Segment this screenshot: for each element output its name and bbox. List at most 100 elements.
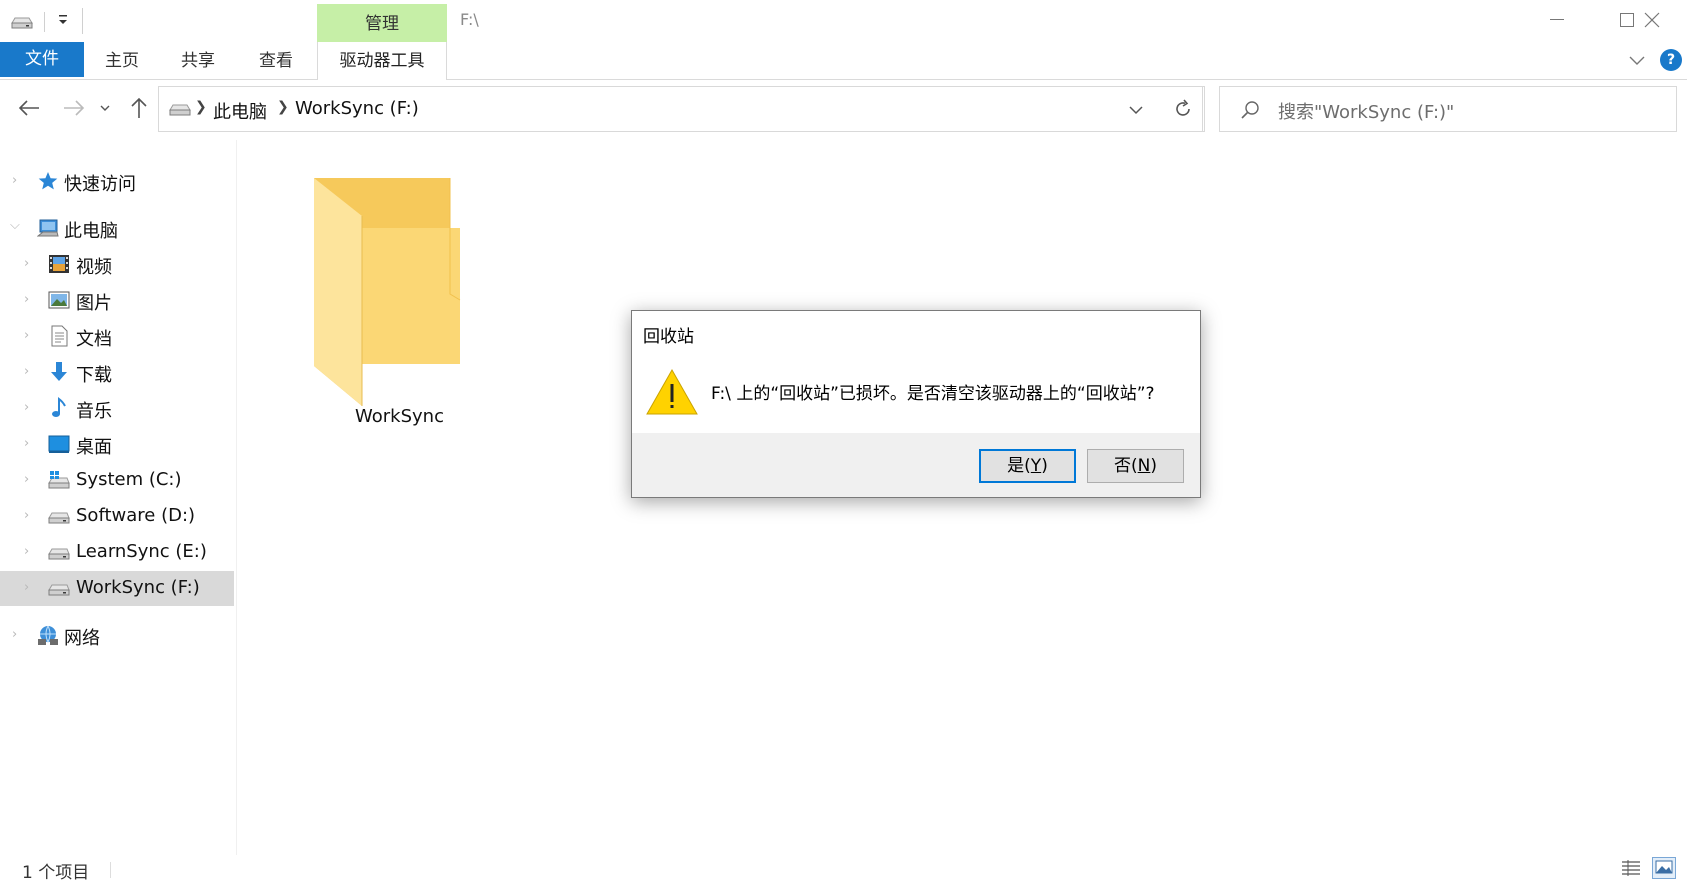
sidebar-item-software-d[interactable]: › Software (D:)	[0, 499, 234, 534]
sidebar-item-this-pc[interactable]: ⌵ 此电脑	[0, 211, 234, 246]
sidebar-item-music[interactable]: › 音乐	[0, 391, 234, 426]
chevron-right-icon[interactable]: ›	[24, 436, 38, 451]
arrow-left-icon	[18, 100, 39, 116]
music-icon	[52, 397, 66, 417]
sidebar-item-label: 文档	[76, 329, 112, 350]
folder-icon[interactable]	[312, 176, 472, 406]
status-bar: 1 个项目	[0, 855, 1687, 887]
item-count: 1 个项目	[22, 863, 90, 883]
chevron-right-icon[interactable]: ›	[24, 400, 38, 415]
dialog-body: 回收站 F:\ 上的“回收站”已损坏。是否清空该驱动器上的“回收站”?	[632, 311, 1200, 433]
sidebar-item-label: 此电脑	[64, 221, 118, 242]
folder-name[interactable]: WorkSync	[312, 406, 487, 427]
sidebar-item-desktop[interactable]: › 桌面	[0, 427, 234, 462]
help-icon[interactable]: ?	[1660, 49, 1682, 71]
chevron-right-icon[interactable]: ›	[24, 292, 38, 307]
pane-divider[interactable]	[236, 140, 237, 855]
sidebar-item-label: Software (D:)	[76, 505, 196, 526]
system-drive-icon	[48, 471, 70, 489]
sidebar-item-documents[interactable]: › 文档	[0, 319, 234, 354]
no-button[interactable]: 否(N)	[1087, 449, 1184, 483]
minimize-button[interactable]	[1522, 0, 1592, 40]
desktop-icon	[48, 435, 70, 453]
chevron-down-icon	[100, 105, 110, 111]
no-label-end: )	[1150, 456, 1157, 476]
large-icons-view-button[interactable]	[1652, 857, 1676, 879]
sidebar-item-learnsync-e[interactable]: › LearnSync (E:)	[0, 535, 234, 570]
sidebar-item-label: 网络	[64, 628, 100, 649]
breadcrumb-this-pc[interactable]: 此电脑	[213, 98, 267, 124]
chevron-right-icon[interactable]: ❯	[195, 99, 207, 115]
tab-drive-tools[interactable]: 驱动器工具	[317, 42, 447, 80]
search-icon	[1241, 101, 1259, 119]
navigation-bar: ❯ 此电脑 ❯ WorkSync (F:) 搜索"WorkSync (F:)"	[0, 81, 1687, 136]
star-icon	[38, 172, 58, 190]
drive-icon[interactable]	[11, 14, 33, 30]
forward-button[interactable]	[61, 95, 87, 121]
breadcrumb-current-drive[interactable]: WorkSync (F:)	[295, 98, 419, 119]
ribbon-tabs: 文件 主页 共享 查看 驱动器工具 ?	[0, 42, 1687, 80]
dialog-title: 回收站	[643, 327, 694, 347]
title-bar: 管理 F:\	[0, 0, 1687, 42]
chevron-right-icon[interactable]: ›	[24, 580, 38, 595]
chevron-right-icon[interactable]: ›	[12, 627, 26, 642]
tab-share[interactable]: 共享	[168, 42, 228, 79]
details-view-icon[interactable]	[1620, 857, 1642, 879]
sidebar-item-label: 视频	[76, 257, 112, 278]
computer-icon	[37, 219, 59, 237]
drive-icon	[48, 512, 70, 524]
dialog-message: F:\ 上的“回收站”已损坏。是否清空该驱动器上的“回收站”?	[711, 384, 1155, 404]
sidebar-item-quick-access[interactable]: › 快速访问	[0, 164, 234, 199]
no-label: 否(	[1114, 456, 1138, 476]
quick-access-dropdown-icon[interactable]	[56, 13, 70, 31]
refresh-button[interactable]	[1161, 86, 1205, 132]
chevron-down-icon[interactable]	[1126, 100, 1146, 120]
back-button[interactable]	[16, 95, 42, 121]
warning-icon	[646, 369, 698, 415]
chevron-right-icon[interactable]: ›	[12, 173, 26, 188]
download-icon	[51, 362, 67, 381]
tab-manage[interactable]: 管理	[317, 4, 447, 42]
tab-view[interactable]: 查看	[246, 42, 306, 79]
sidebar-item-label: 快速访问	[64, 174, 136, 195]
drive-icon	[48, 548, 70, 560]
drive-icon	[48, 584, 70, 596]
chevron-down-icon[interactable]	[1628, 52, 1646, 68]
chevron-right-icon[interactable]: ›	[24, 508, 38, 523]
sidebar-item-system-c[interactable]: › System (C:)	[0, 463, 234, 498]
sidebar-item-label: WorkSync (F:)	[76, 577, 200, 598]
address-bar[interactable]: ❯ 此电脑 ❯ WorkSync (F:)	[158, 86, 1203, 132]
status-separator	[110, 862, 111, 878]
sidebar-item-pictures[interactable]: › 图片	[0, 283, 234, 318]
tab-home[interactable]: 主页	[92, 42, 152, 79]
up-button[interactable]	[126, 95, 152, 121]
yes-button[interactable]: 是(Y)	[979, 449, 1076, 483]
tab-file[interactable]: 文件	[0, 42, 84, 77]
sidebar-item-network[interactable]: › 网络	[0, 618, 234, 653]
close-button[interactable]	[1617, 0, 1687, 40]
recent-locations-button[interactable]	[97, 95, 113, 121]
search-input[interactable]: 搜索"WorkSync (F:)"	[1278, 98, 1454, 124]
yes-label: 是(	[1007, 456, 1031, 476]
recycle-bin-corrupted-dialog: 回收站 F:\ 上的“回收站”已损坏。是否清空该驱动器上的“回收站”? 是(Y)…	[631, 310, 1201, 498]
chevron-right-icon[interactable]: ❯	[277, 99, 289, 115]
sidebar-item-downloads[interactable]: › 下载	[0, 355, 234, 390]
arrow-right-icon	[64, 100, 85, 116]
sidebar-item-label: 音乐	[76, 401, 112, 422]
sidebar-item-worksync-f[interactable]: › WorkSync (F:)	[0, 571, 234, 606]
chevron-right-icon[interactable]: ›	[24, 328, 38, 343]
sidebar-item-videos[interactable]: › 视频	[0, 247, 234, 282]
arrow-up-icon	[131, 97, 147, 118]
search-box[interactable]: 搜索"WorkSync (F:)"	[1219, 86, 1677, 132]
chevron-right-icon[interactable]: ›	[24, 364, 38, 379]
yes-accelerator: Y	[1030, 456, 1042, 476]
chevron-right-icon[interactable]: ›	[24, 256, 38, 271]
sidebar-item-label: LearnSync (E:)	[76, 541, 207, 562]
pictures-icon	[48, 291, 70, 309]
sidebar-item-label: 图片	[76, 293, 112, 314]
no-accelerator: N	[1137, 456, 1151, 476]
chevron-right-icon[interactable]: ›	[24, 472, 38, 487]
large-icons-view-icon	[1655, 860, 1673, 874]
chevron-right-icon[interactable]: ›	[24, 544, 38, 559]
chevron-down-icon[interactable]: ⌵	[10, 218, 24, 233]
